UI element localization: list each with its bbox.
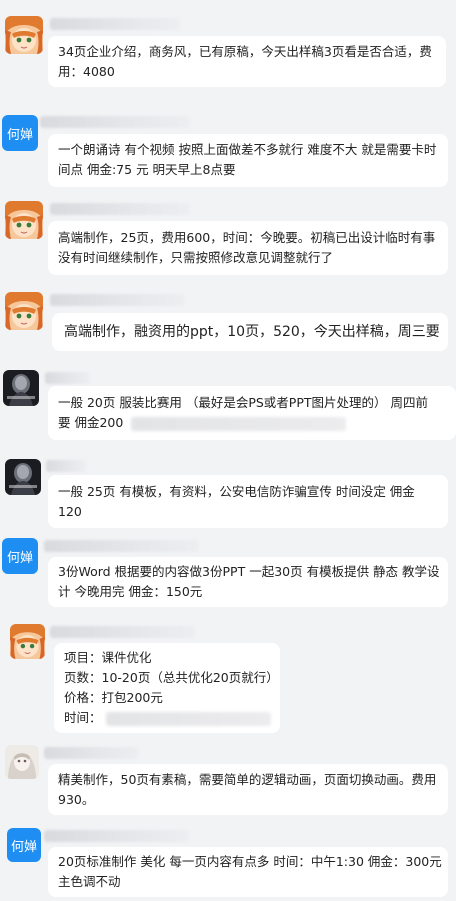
user-avatar[interactable]: 何婵 bbox=[2, 538, 38, 574]
sender-name bbox=[44, 540, 199, 552]
sender-name bbox=[45, 372, 90, 384]
message-text: 时间： bbox=[64, 710, 102, 725]
message-text: 一个朗诵诗 有个视频 按照上面做差不多就行 难度不大 就是需要卡时 bbox=[58, 142, 437, 157]
dark-portrait-icon[interactable] bbox=[5, 459, 41, 495]
message-text: 要 佣金200 bbox=[58, 415, 124, 430]
message-text: 一般 20页 服装比赛用 （最好是会PS或者PPT图片处理的） 周四前 bbox=[58, 395, 428, 410]
dark-portrait-icon[interactable] bbox=[3, 370, 39, 406]
message-text: 页数：10-20页（总共优化20页就行） bbox=[64, 670, 279, 685]
message-text: 计 今晚用完 佣金：150元 bbox=[58, 584, 203, 599]
message-text: 34页企业介绍，商务风，已有原稿，今天出样稿3页看是否合适，费 bbox=[58, 44, 432, 59]
sender-name bbox=[44, 830, 189, 842]
user-avatar[interactable]: 何婵 bbox=[7, 828, 41, 862]
message-bubble[interactable]: 项目：课件优化 页数：10-20页（总共优化20页就行） 价格：打包200元 时… bbox=[54, 643, 280, 733]
anime-girl-icon[interactable] bbox=[5, 16, 43, 54]
user-avatar[interactable]: 何婵 bbox=[2, 115, 38, 151]
anime-girl-icon[interactable] bbox=[5, 201, 43, 239]
message-text: 价格：打包200元 bbox=[64, 690, 163, 705]
message-bubble[interactable]: 高端制作，融资用的ppt，10页，520，今天出样稿，周三要 bbox=[52, 313, 448, 351]
message-text: 120 bbox=[58, 504, 82, 519]
message-text: 主色调不动 bbox=[58, 874, 121, 889]
sender-name bbox=[50, 203, 190, 215]
message-bubble[interactable]: 3份Word 根据要的内容做3份PPT 一起30页 有模板提供 静态 教学设 计… bbox=[48, 557, 448, 607]
message-text: 没有时间继续制作，只需按照修改意见调整就行了 bbox=[58, 250, 334, 265]
message-text: 高端制作，25页，费用600，时间：今晚要。初稿已出设计临时有事 bbox=[58, 230, 436, 245]
redacted-text bbox=[131, 416, 347, 431]
sender-name bbox=[50, 18, 180, 30]
message-bubble[interactable]: 一般 20页 服装比赛用 （最好是会PS或者PPT图片处理的） 周四前 要 佣金… bbox=[48, 386, 456, 440]
message-bubble[interactable]: 高端制作，25页，费用600，时间：今晚要。初稿已出设计临时有事 没有时间继续制… bbox=[48, 221, 448, 275]
message-text: 930。 bbox=[58, 792, 95, 807]
message-text: 高端制作，融资用的ppt，10页，520，今天出样稿，周三要 bbox=[64, 324, 440, 340]
message-bubble[interactable]: 34页企业介绍，商务风，已有原稿，今天出样稿3页看是否合适，费 用：4080 bbox=[48, 36, 446, 87]
message-bubble[interactable]: 一般 25页 有模板，有资料，公安电信防诈骗宣传 时间没定 佣金 120 bbox=[48, 475, 448, 528]
message-text: 一般 25页 有模板，有资料，公安电信防诈骗宣传 时间没定 佣金 bbox=[58, 484, 415, 499]
message-text: 用：4080 bbox=[58, 64, 115, 79]
message-text: 精美制作，50页有素稿，需要简单的逻辑动画，页面切换动画。费用 bbox=[58, 772, 437, 787]
message-text: 项目：课件优化 bbox=[64, 650, 152, 665]
message-bubble[interactable]: 精美制作，50页有素稿，需要简单的逻辑动画，页面切换动画。费用 930。 bbox=[48, 764, 448, 815]
message-bubble[interactable]: 20页标准制作 美化 每一页内容有点多 时间：中午1:30 佣金：300元 主色… bbox=[48, 847, 448, 897]
sender-name bbox=[46, 460, 86, 472]
anime-girl-icon[interactable] bbox=[10, 624, 45, 659]
message-text: 20页标准制作 美化 每一页内容有点多 时间：中午1:30 佣金：300元 bbox=[58, 854, 442, 869]
message-bubble[interactable]: 一个朗诵诗 有个视频 按照上面做差不多就行 难度不大 就是需要卡时 间点 佣金:… bbox=[48, 134, 448, 187]
pale-girl-icon[interactable] bbox=[5, 745, 39, 779]
chat-window: 34页企业介绍，商务风，已有原稿，今天出样稿3页看是否合适，费 用：4080 何… bbox=[0, 0, 456, 901]
avatar-label: 何婵 bbox=[10, 839, 37, 855]
anime-girl-icon[interactable] bbox=[5, 292, 43, 330]
sender-name bbox=[40, 116, 190, 128]
sender-name bbox=[44, 747, 139, 759]
avatar-label: 何婵 bbox=[6, 550, 33, 566]
sender-name bbox=[50, 294, 185, 306]
sender-name bbox=[50, 626, 195, 638]
message-text: 3份Word 根据要的内容做3份PPT 一起30页 有模板提供 静态 教学设 bbox=[58, 564, 440, 579]
message-text: 间点 佣金:75 元 明天早上8点要 bbox=[58, 162, 236, 177]
avatar-label: 何婵 bbox=[6, 127, 33, 143]
redacted-text bbox=[105, 711, 271, 726]
